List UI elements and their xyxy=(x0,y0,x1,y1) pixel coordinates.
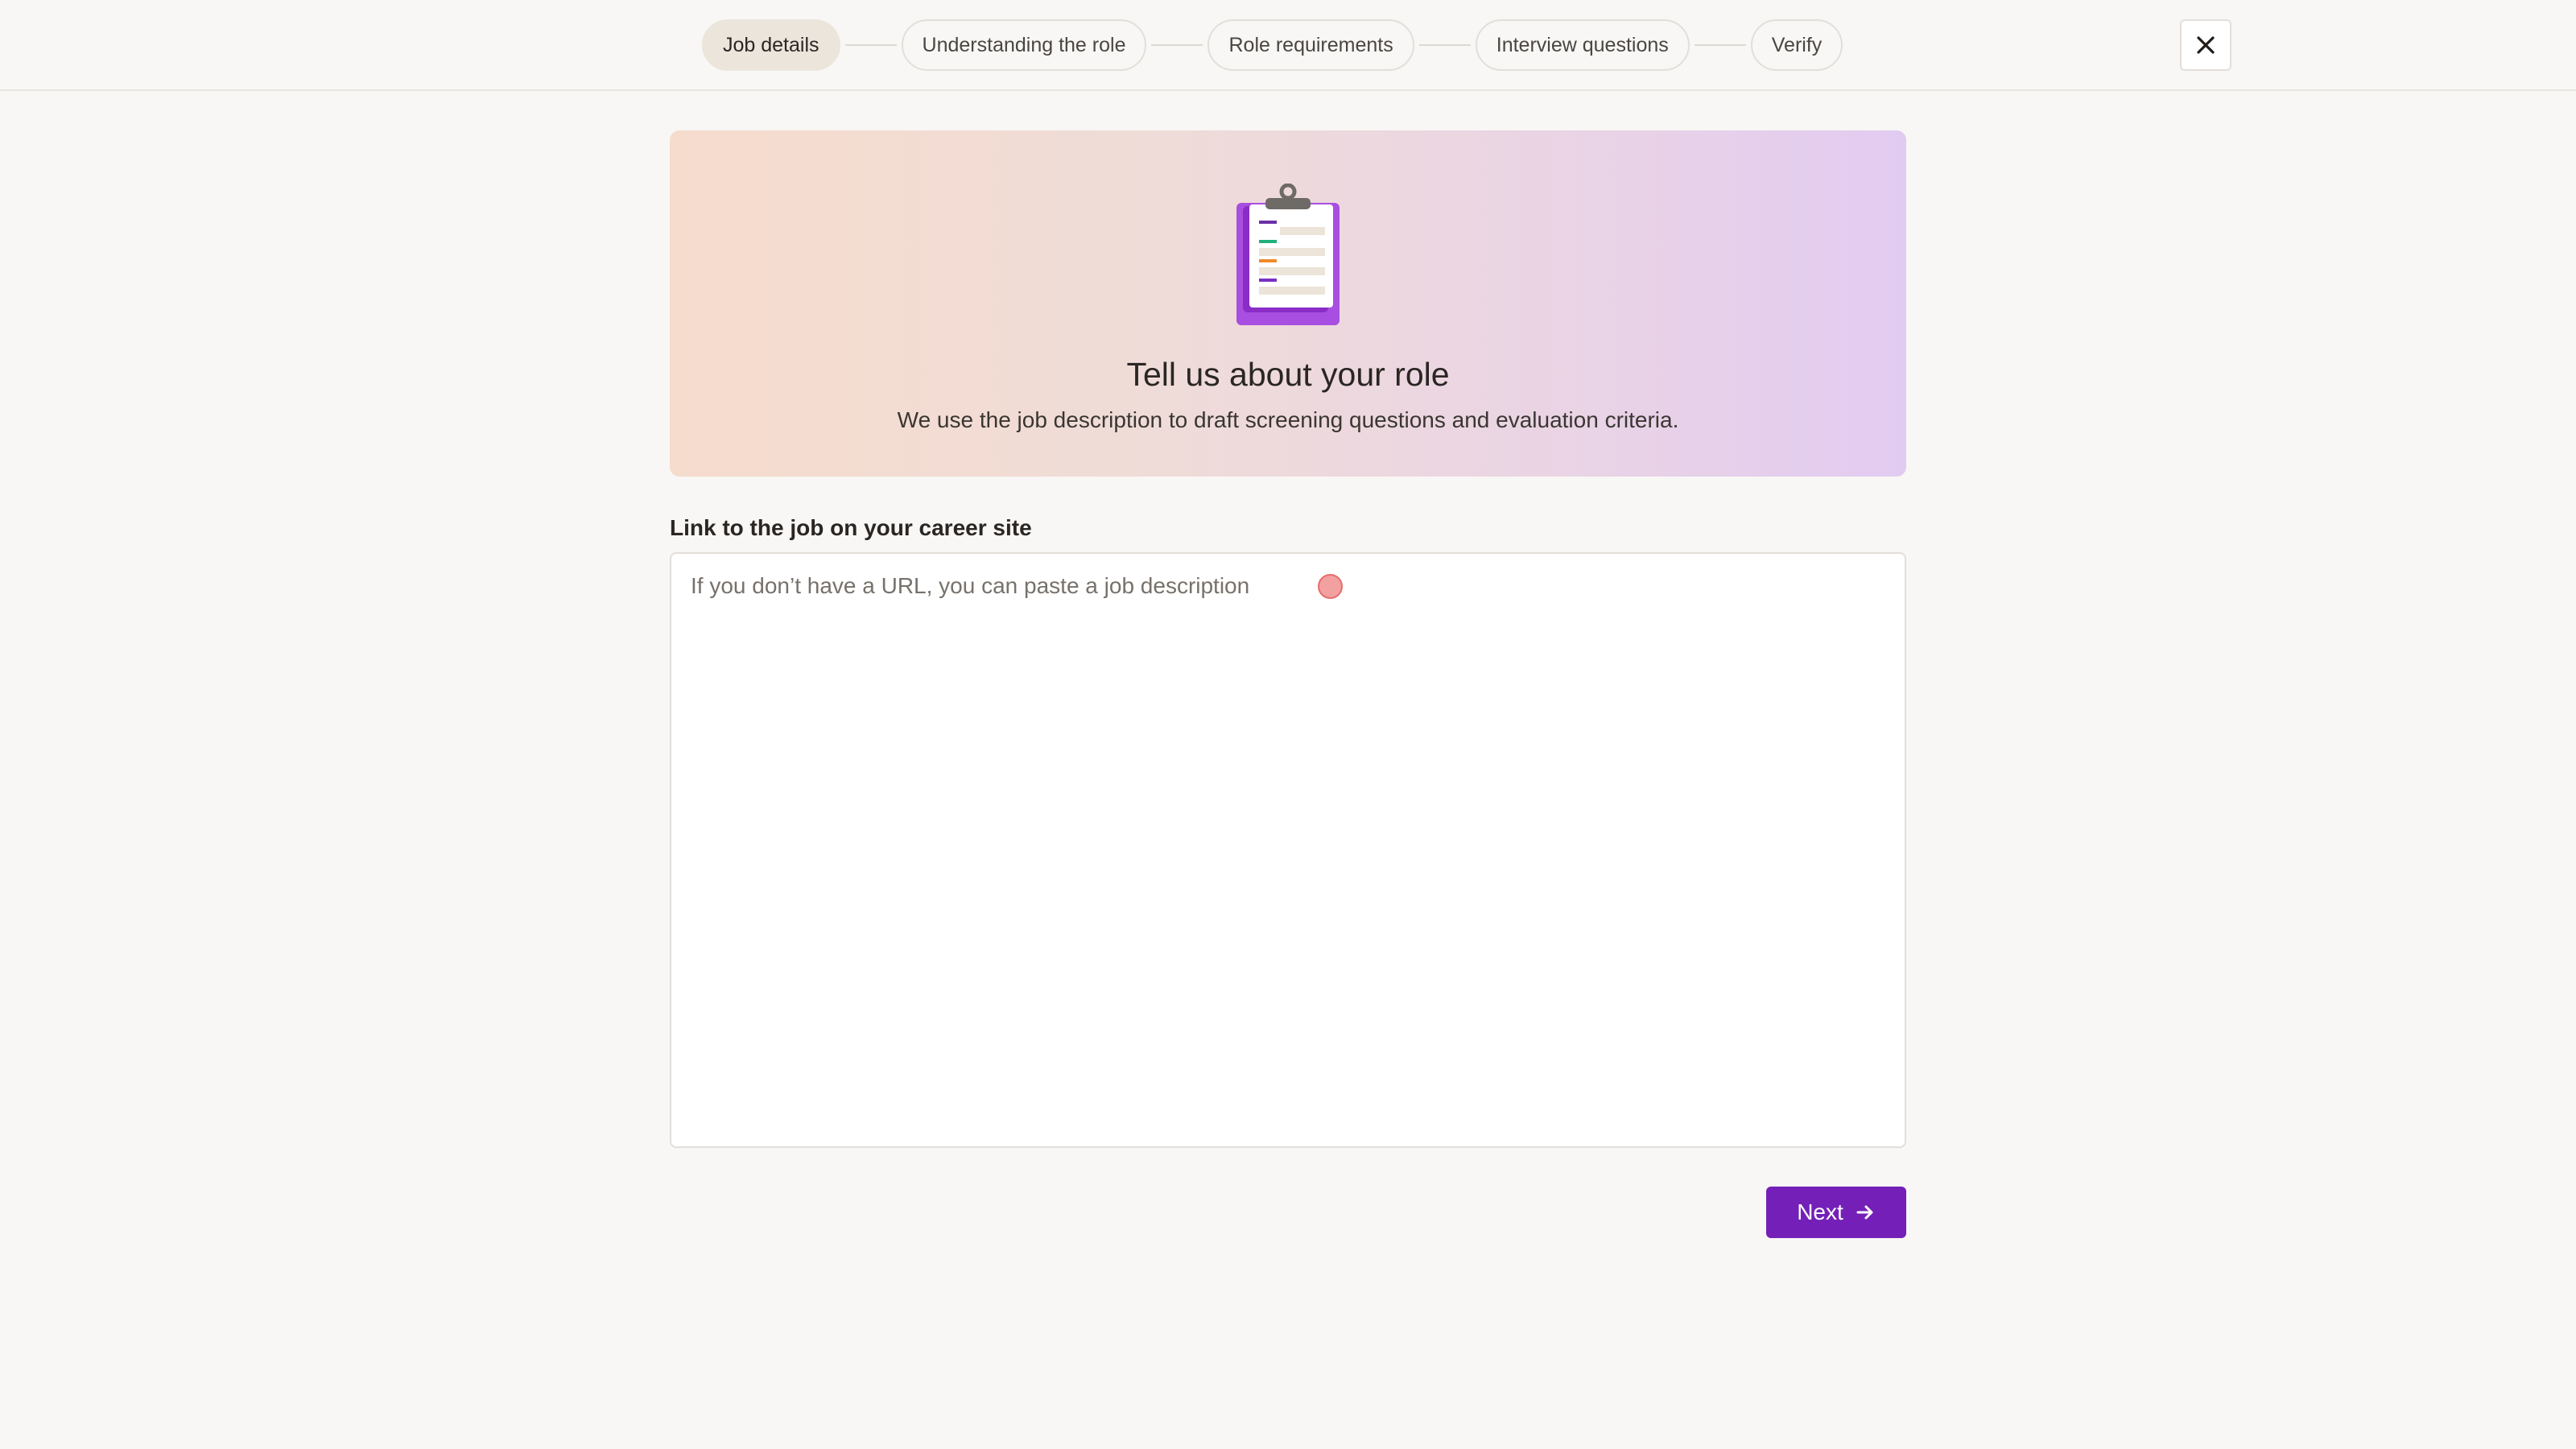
close-icon xyxy=(2197,36,2215,54)
cursor-indicator xyxy=(1318,574,1343,599)
step-label: Verify xyxy=(1771,33,1823,56)
step-label: Interview questions xyxy=(1496,33,1669,56)
step-connector xyxy=(1418,44,1471,46)
step-label: Role requirements xyxy=(1228,33,1393,56)
step-verify[interactable]: Verify xyxy=(1750,19,1843,71)
close-button[interactable] xyxy=(2180,19,2231,71)
step-label: Job details xyxy=(723,33,819,56)
top-bar: Job details Understanding the role Role … xyxy=(0,0,2576,91)
step-label: Understanding the role xyxy=(922,33,1126,56)
step-connector xyxy=(844,44,897,46)
next-button[interactable]: Next xyxy=(1766,1187,1906,1238)
step-connector xyxy=(1151,44,1203,46)
step-job-details[interactable]: Job details xyxy=(702,19,840,71)
step-connector xyxy=(1694,44,1746,46)
progress-stepper: Job details Understanding the role Role … xyxy=(702,19,1843,71)
step-interview-questions[interactable]: Interview questions xyxy=(1475,19,1690,71)
intro-banner: Tell us about your role We use the job d… xyxy=(670,130,1906,477)
job-link-input[interactable] xyxy=(670,552,1906,1148)
step-role-requirements[interactable]: Role requirements xyxy=(1208,19,1414,71)
page-subtitle: We use the job description to draft scre… xyxy=(897,407,1679,432)
arrow-right-icon xyxy=(1856,1205,1873,1220)
next-button-label: Next xyxy=(1797,1199,1843,1224)
job-link-label: Link to the job on your career site xyxy=(670,515,1032,540)
page-title: Tell us about your role xyxy=(1126,356,1450,393)
step-understanding-the-role[interactable]: Understanding the role xyxy=(901,19,1147,71)
clipboard-icon xyxy=(1236,184,1340,325)
